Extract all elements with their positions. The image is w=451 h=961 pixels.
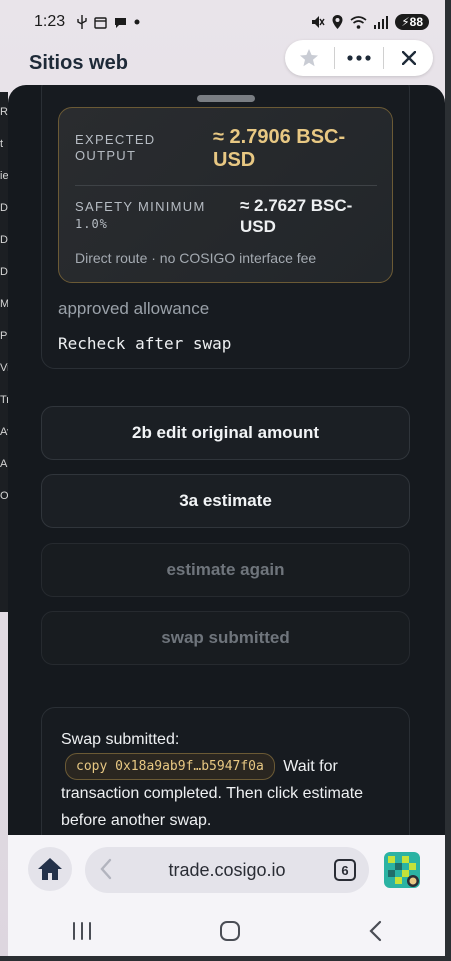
url-text: trade.cosigo.io — [168, 860, 286, 880]
browser-home-button[interactable] — [28, 847, 72, 891]
expected-output-value: ≈ 2.7906 BSC-USD — [213, 126, 346, 171]
edge-letter: t — [0, 138, 4, 150]
edge-letter: Do — [0, 256, 14, 288]
profile-avatar[interactable] — [384, 852, 420, 888]
allowance-value: Recheck after swap — [58, 334, 232, 353]
battery-level: 88 — [409, 15, 423, 29]
wifi-icon — [350, 15, 367, 29]
home-icon — [38, 858, 62, 880]
more-options-button[interactable] — [335, 40, 384, 76]
address-bar[interactable]: trade.cosigo.io 6 — [85, 847, 369, 893]
swap-notice-text: Swap submitted: copy 0x18a9ab9f…b5947f0a… — [61, 726, 391, 834]
mute-icon — [312, 16, 325, 28]
status-left-icons — [77, 15, 140, 29]
swap-submitted-button[interactable]: swap submitted — [41, 611, 410, 665]
status-bar: 1:23 ⚡88 — [0, 0, 451, 44]
edge-letter: Vi — [0, 362, 10, 374]
edge-letter: O — [0, 490, 9, 502]
window-right-edge — [445, 0, 451, 961]
usb-icon — [77, 15, 87, 29]
safety-minimum-pct: 1.0% — [75, 217, 108, 231]
background-page-title: Sitios web — [29, 52, 128, 74]
edge-letter: ie — [0, 170, 9, 182]
status-right-icons: ⚡88 — [311, 14, 429, 30]
window-bottom-edge — [0, 956, 451, 961]
route-note: Direct route · no COSIGO interface fee — [75, 250, 317, 266]
edge-letter: Re — [0, 96, 14, 128]
notice-prefix: Swap submitted: — [61, 731, 180, 748]
dot-icon — [134, 19, 140, 25]
tab-count-button[interactable]: 6 — [334, 859, 356, 881]
edit-original-amount-button[interactable]: 2b edit original amount — [41, 406, 410, 460]
edge-letter: Tr — [0, 394, 10, 406]
safety-minimum-label: SAFETY MINIMUM — [75, 199, 206, 214]
top-action-pill — [285, 40, 433, 76]
sheet-drag-handle[interactable] — [197, 95, 255, 102]
battery-indicator: ⚡88 — [395, 14, 429, 30]
quote-summary-box: EXPECTED OUTPUT ≈ 2.7906 BSC-USD SAFETY … — [58, 107, 393, 283]
edge-letter: M — [0, 298, 10, 310]
more-icon — [347, 55, 371, 61]
background-list-letters: Re t ie Do Do Do M Pi Vi Tr Av A O — [0, 96, 14, 512]
star-icon — [300, 49, 319, 67]
system-navigation-bar — [8, 906, 445, 956]
allowance-label: approved allowance — [58, 299, 210, 318]
browser-bottom-bar: trade.cosigo.io 6 — [8, 835, 445, 906]
home-circle-icon[interactable] — [219, 920, 241, 942]
edge-letter: A — [0, 458, 8, 470]
edge-letter: Do — [0, 224, 14, 256]
signal-icon — [374, 15, 389, 29]
copy-tx-hash-button[interactable]: copy 0x18a9ab9f…b5947f0a — [65, 753, 275, 781]
close-sheet-button[interactable] — [384, 40, 433, 76]
swap-notice-card: Swap submitted: copy 0x18a9ab9f…b5947f0a… — [41, 707, 410, 845]
chat-icon — [115, 17, 127, 28]
estimate-again-button[interactable]: estimate again — [41, 543, 410, 597]
expected-output-label: EXPECTED OUTPUT — [75, 132, 156, 163]
close-icon — [401, 51, 416, 65]
status-time: 1:23 — [34, 13, 66, 30]
edge-letter: Do — [0, 192, 14, 224]
edge-letter: Av — [0, 426, 13, 438]
back-icon[interactable] — [368, 920, 382, 942]
quote-divider — [75, 185, 377, 186]
estimate-button[interactable]: 3a estimate — [41, 474, 410, 528]
edge-letter: Pi — [0, 330, 10, 342]
location-icon — [332, 15, 343, 29]
calendar-icon — [94, 16, 107, 29]
swap-bottom-sheet: EXPECTED OUTPUT ≈ 2.7906 BSC-USD SAFETY … — [8, 85, 445, 845]
safety-minimum-value: ≈ 2.7627 BSC-USD — [240, 196, 353, 236]
bookmark-button[interactable] — [285, 40, 334, 76]
recent-apps-icon[interactable] — [72, 922, 92, 940]
